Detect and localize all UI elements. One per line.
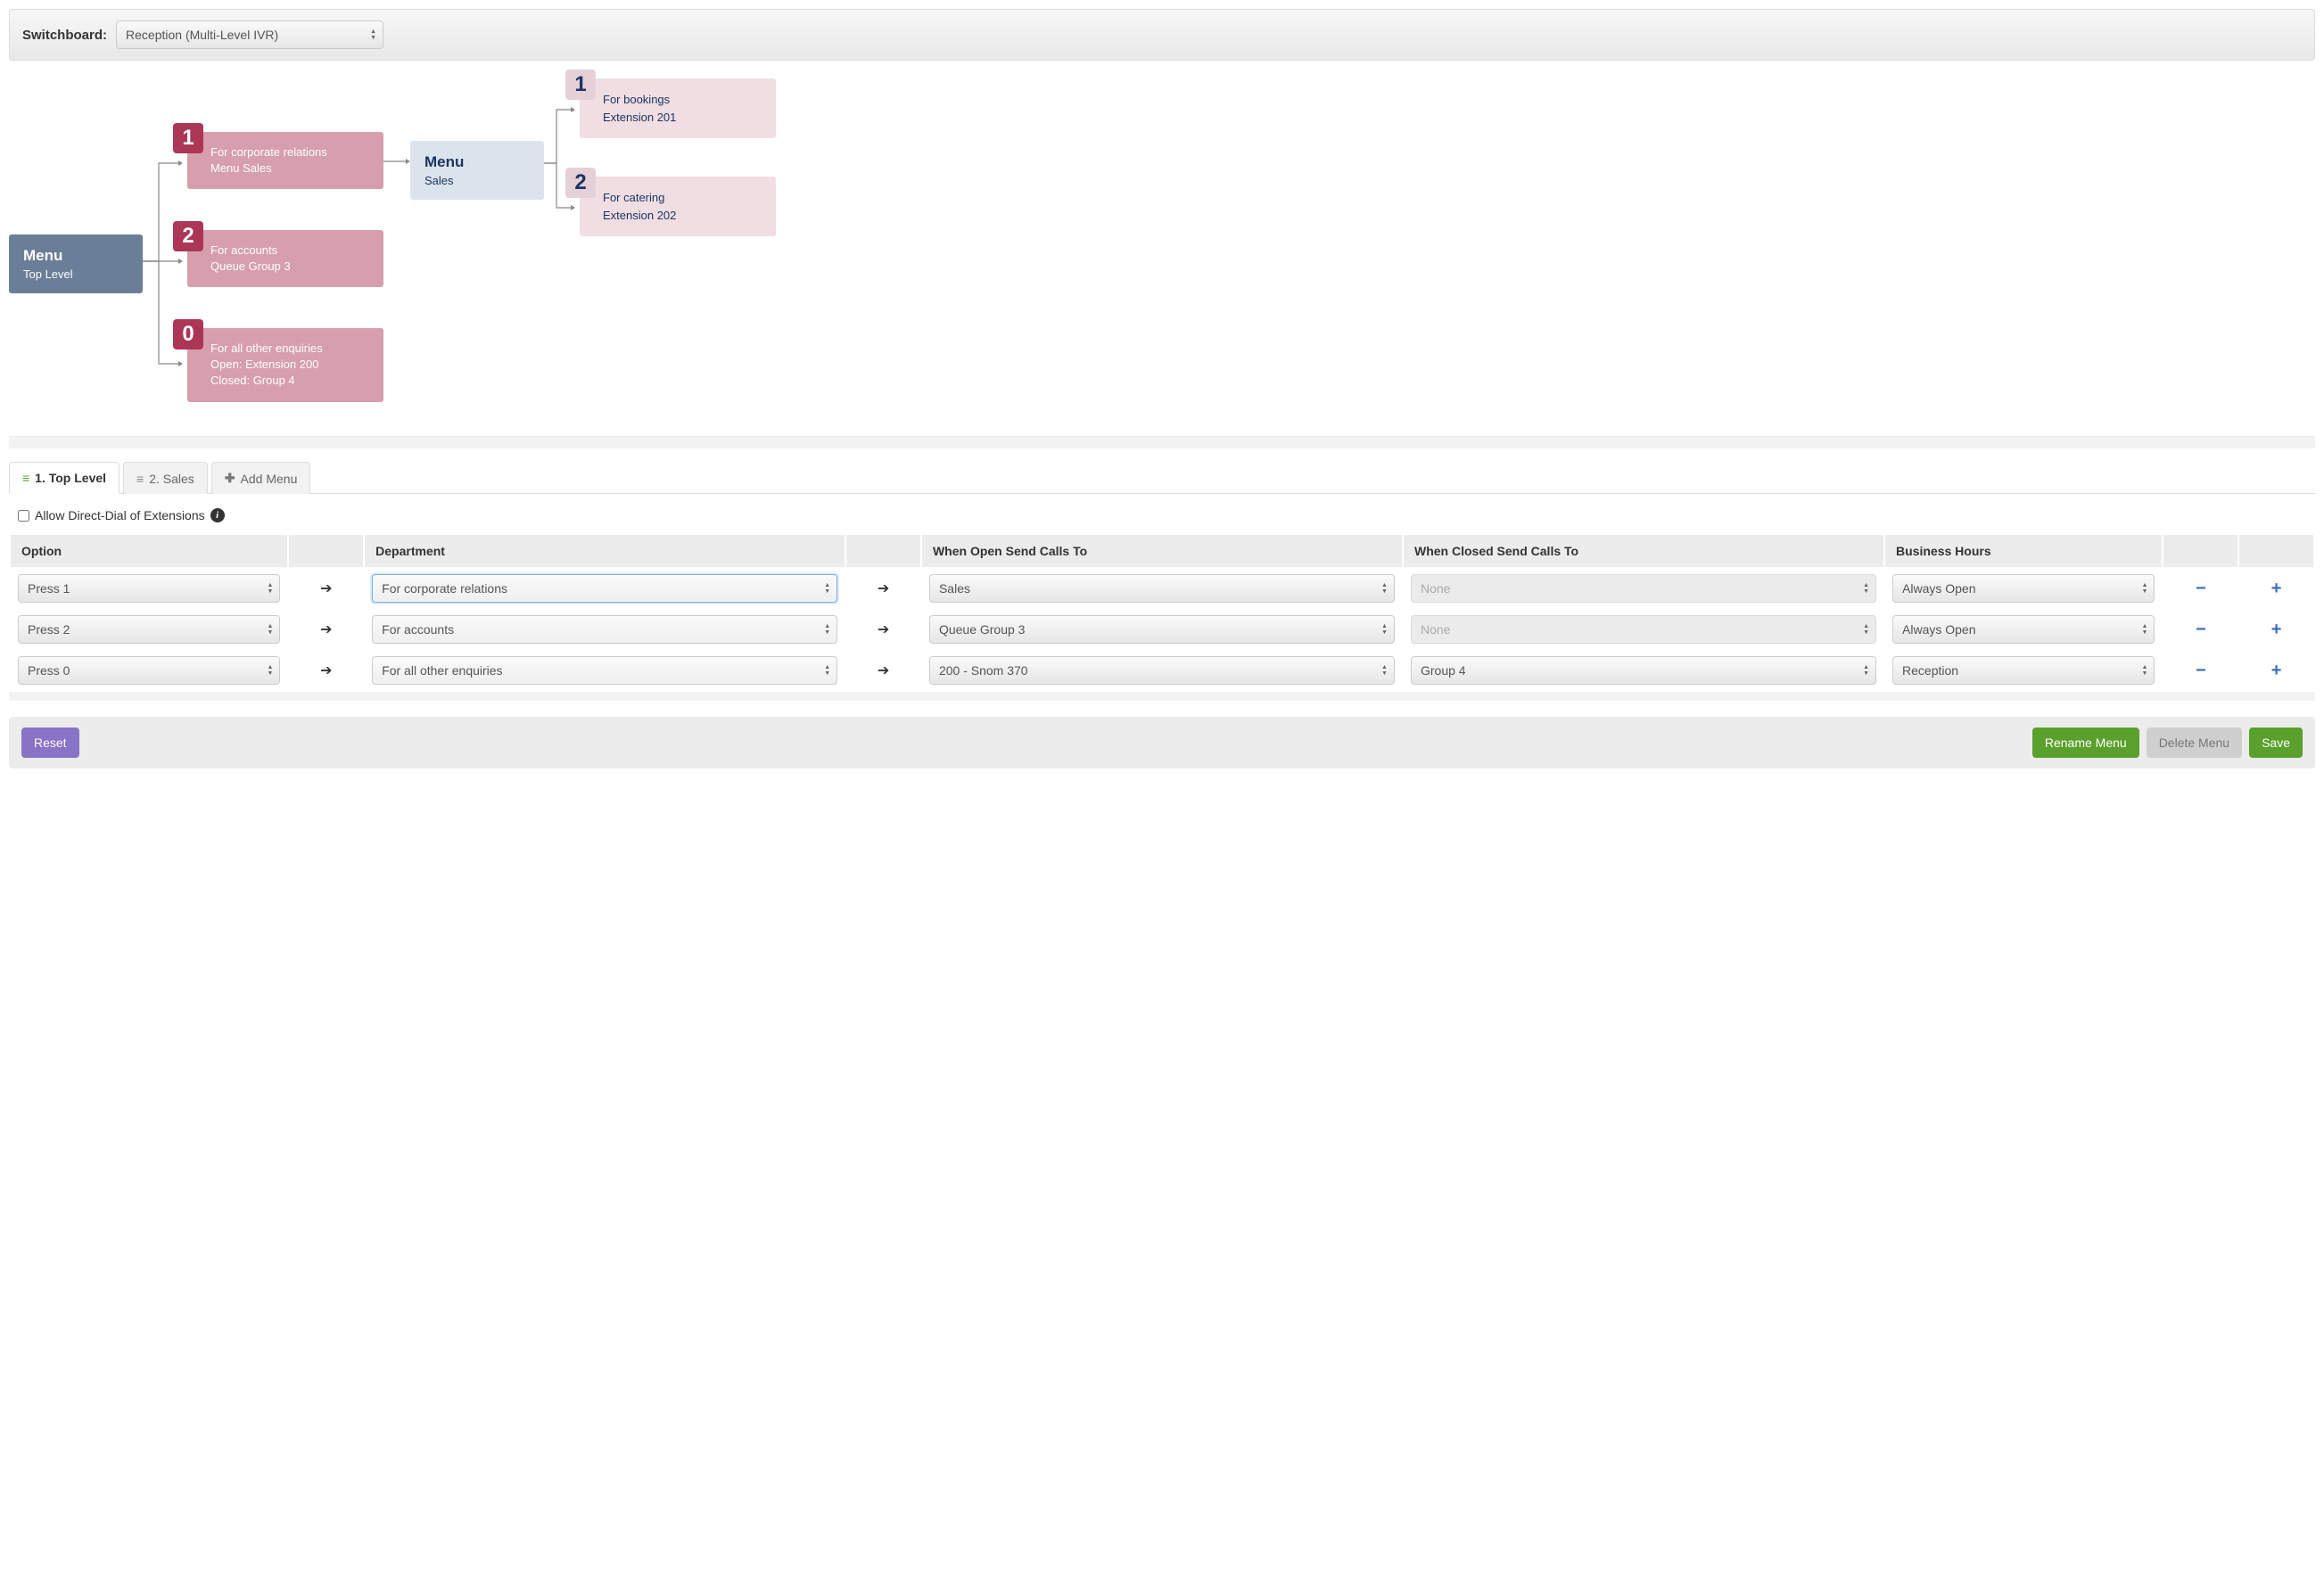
node-root-title: Menu bbox=[23, 247, 128, 265]
option-select[interactable]: Press 1 bbox=[18, 574, 280, 603]
options-table-wrap: Option Department When Open Send Calls T… bbox=[9, 533, 2315, 692]
tabs: ≡ 1. Top Level ≡ 2. Sales ✚ Add Menu bbox=[9, 461, 2315, 494]
allow-direct-dial-row: Allow Direct-Dial of Extensions i bbox=[9, 494, 2315, 533]
list-icon: ≡ bbox=[22, 471, 29, 485]
th-closed: When Closed Send Calls To bbox=[1404, 535, 1883, 567]
switchboard-bar: Switchboard: Reception (Multi-Level IVR) bbox=[9, 9, 2315, 61]
node-option-0-digit: 0 bbox=[173, 319, 203, 349]
add-row-button[interactable]: + bbox=[2266, 661, 2287, 681]
remove-row-button[interactable]: − bbox=[2190, 579, 2212, 599]
option-select[interactable]: Press 2 bbox=[18, 615, 280, 644]
tab-top-level[interactable]: ≡ 1. Top Level bbox=[9, 462, 119, 494]
node-sub-1-line2: Extension 201 bbox=[594, 109, 762, 127]
node-option-2[interactable]: 2 For accounts Queue Group 3 bbox=[187, 230, 383, 287]
add-row-button[interactable]: + bbox=[2266, 620, 2287, 640]
table-row: Press 2 ➔ For accounts ➔ Queue Group 3 None Al… bbox=[11, 610, 2313, 649]
node-sales-menu[interactable]: Menu Sales bbox=[410, 141, 544, 200]
tab-top-level-label: 1. Top Level bbox=[35, 471, 106, 485]
rename-menu-button[interactable]: Rename Menu bbox=[2032, 728, 2139, 758]
department-input[interactable]: For all other enquiries bbox=[372, 656, 837, 685]
options-table: Option Department When Open Send Calls T… bbox=[9, 533, 2315, 692]
open-select[interactable]: Sales bbox=[929, 574, 1395, 603]
reset-button[interactable]: Reset bbox=[21, 728, 79, 758]
closed-select: None bbox=[1411, 574, 1876, 603]
arrow-icon: ➔ bbox=[846, 610, 920, 649]
button-bar: Reset Rename Menu Delete Menu Save bbox=[9, 717, 2315, 769]
table-row: Press 0 ➔ For all other enquiries ➔ 200 - Sn… bbox=[11, 651, 2313, 690]
divider bbox=[9, 436, 2315, 448]
closed-select: None bbox=[1411, 615, 1876, 644]
th-option: Option bbox=[11, 535, 287, 567]
closed-select[interactable]: Group 4 bbox=[1411, 656, 1876, 685]
allow-direct-dial-label: Allow Direct-Dial of Extensions bbox=[35, 508, 205, 522]
remove-row-button[interactable]: − bbox=[2190, 620, 2212, 640]
th-open: When Open Send Calls To bbox=[922, 535, 1402, 567]
ivr-diagram: Menu Top Level 1 For corporate relations… bbox=[9, 74, 2315, 431]
node-option-1[interactable]: 1 For corporate relations Menu Sales bbox=[187, 132, 383, 189]
list-icon: ≡ bbox=[136, 472, 144, 486]
node-option-1-line1: For corporate relations bbox=[202, 144, 369, 160]
switchboard-label: Switchboard: bbox=[22, 28, 107, 43]
tab-add-menu[interactable]: ✚ Add Menu bbox=[211, 462, 311, 494]
hours-select[interactable]: Reception bbox=[1892, 656, 2155, 685]
department-input[interactable]: For accounts bbox=[372, 615, 837, 644]
plus-icon: ✚ bbox=[225, 471, 235, 486]
node-sub-2[interactable]: 2 For catering Extension 202 bbox=[580, 177, 776, 236]
node-option-0-line3: Closed: Group 4 bbox=[202, 373, 369, 389]
node-option-0[interactable]: 0 For all other enquiries Open: Extensio… bbox=[187, 328, 383, 402]
node-sub-1[interactable]: 1 For bookings Extension 201 bbox=[580, 78, 776, 138]
node-option-2-line2: Queue Group 3 bbox=[202, 259, 369, 275]
node-sub-2-line1: For catering bbox=[594, 189, 762, 207]
tab-sales[interactable]: ≡ 2. Sales bbox=[123, 462, 208, 494]
option-select[interactable]: Press 0 bbox=[18, 656, 280, 685]
th-department: Department bbox=[365, 535, 845, 567]
tab-sales-label: 2. Sales bbox=[149, 472, 194, 486]
node-sales-sub: Sales bbox=[424, 174, 530, 187]
node-sales-title: Menu bbox=[424, 153, 530, 171]
save-button[interactable]: Save bbox=[2249, 728, 2303, 758]
switchboard-select-wrap: Reception (Multi-Level IVR) bbox=[116, 21, 383, 49]
arrow-icon: ➔ bbox=[289, 651, 363, 690]
allow-direct-dial-checkbox[interactable] bbox=[18, 510, 29, 522]
hours-select[interactable]: Always Open bbox=[1892, 615, 2155, 644]
node-root-sub: Top Level bbox=[23, 267, 128, 281]
node-sub-2-digit: 2 bbox=[565, 168, 596, 198]
add-row-button[interactable]: + bbox=[2266, 579, 2287, 599]
table-row: Press 1 ➔ For corporate relations ➔ Sales Non… bbox=[11, 569, 2313, 608]
node-option-1-line2: Menu Sales bbox=[202, 160, 369, 177]
open-select[interactable]: 200 - Snom 370 bbox=[929, 656, 1395, 685]
hours-select[interactable]: Always Open bbox=[1892, 574, 2155, 603]
node-sub-1-line1: For bookings bbox=[594, 91, 762, 109]
arrow-icon: ➔ bbox=[846, 651, 920, 690]
delete-menu-button: Delete Menu bbox=[2147, 728, 2242, 758]
node-option-2-line1: For accounts bbox=[202, 243, 369, 259]
tab-add-menu-label: Add Menu bbox=[241, 472, 298, 486]
node-sub-1-digit: 1 bbox=[565, 70, 596, 100]
arrow-icon: ➔ bbox=[289, 569, 363, 608]
table-footer-strip bbox=[9, 692, 2315, 701]
node-root-menu[interactable]: Menu Top Level bbox=[9, 234, 143, 293]
node-sub-2-line2: Extension 202 bbox=[594, 207, 762, 225]
node-option-2-digit: 2 bbox=[173, 221, 203, 251]
department-input[interactable]: For corporate relations bbox=[372, 574, 837, 603]
node-option-0-line2: Open: Extension 200 bbox=[202, 357, 369, 373]
info-icon[interactable]: i bbox=[210, 508, 225, 522]
switchboard-select[interactable]: Reception (Multi-Level IVR) bbox=[116, 21, 383, 49]
node-option-1-digit: 1 bbox=[173, 123, 203, 153]
th-hours: Business Hours bbox=[1885, 535, 2162, 567]
arrow-icon: ➔ bbox=[846, 569, 920, 608]
open-select[interactable]: Queue Group 3 bbox=[929, 615, 1395, 644]
arrow-icon: ➔ bbox=[289, 610, 363, 649]
remove-row-button[interactable]: − bbox=[2190, 661, 2212, 681]
node-option-0-line1: For all other enquiries bbox=[202, 341, 369, 357]
